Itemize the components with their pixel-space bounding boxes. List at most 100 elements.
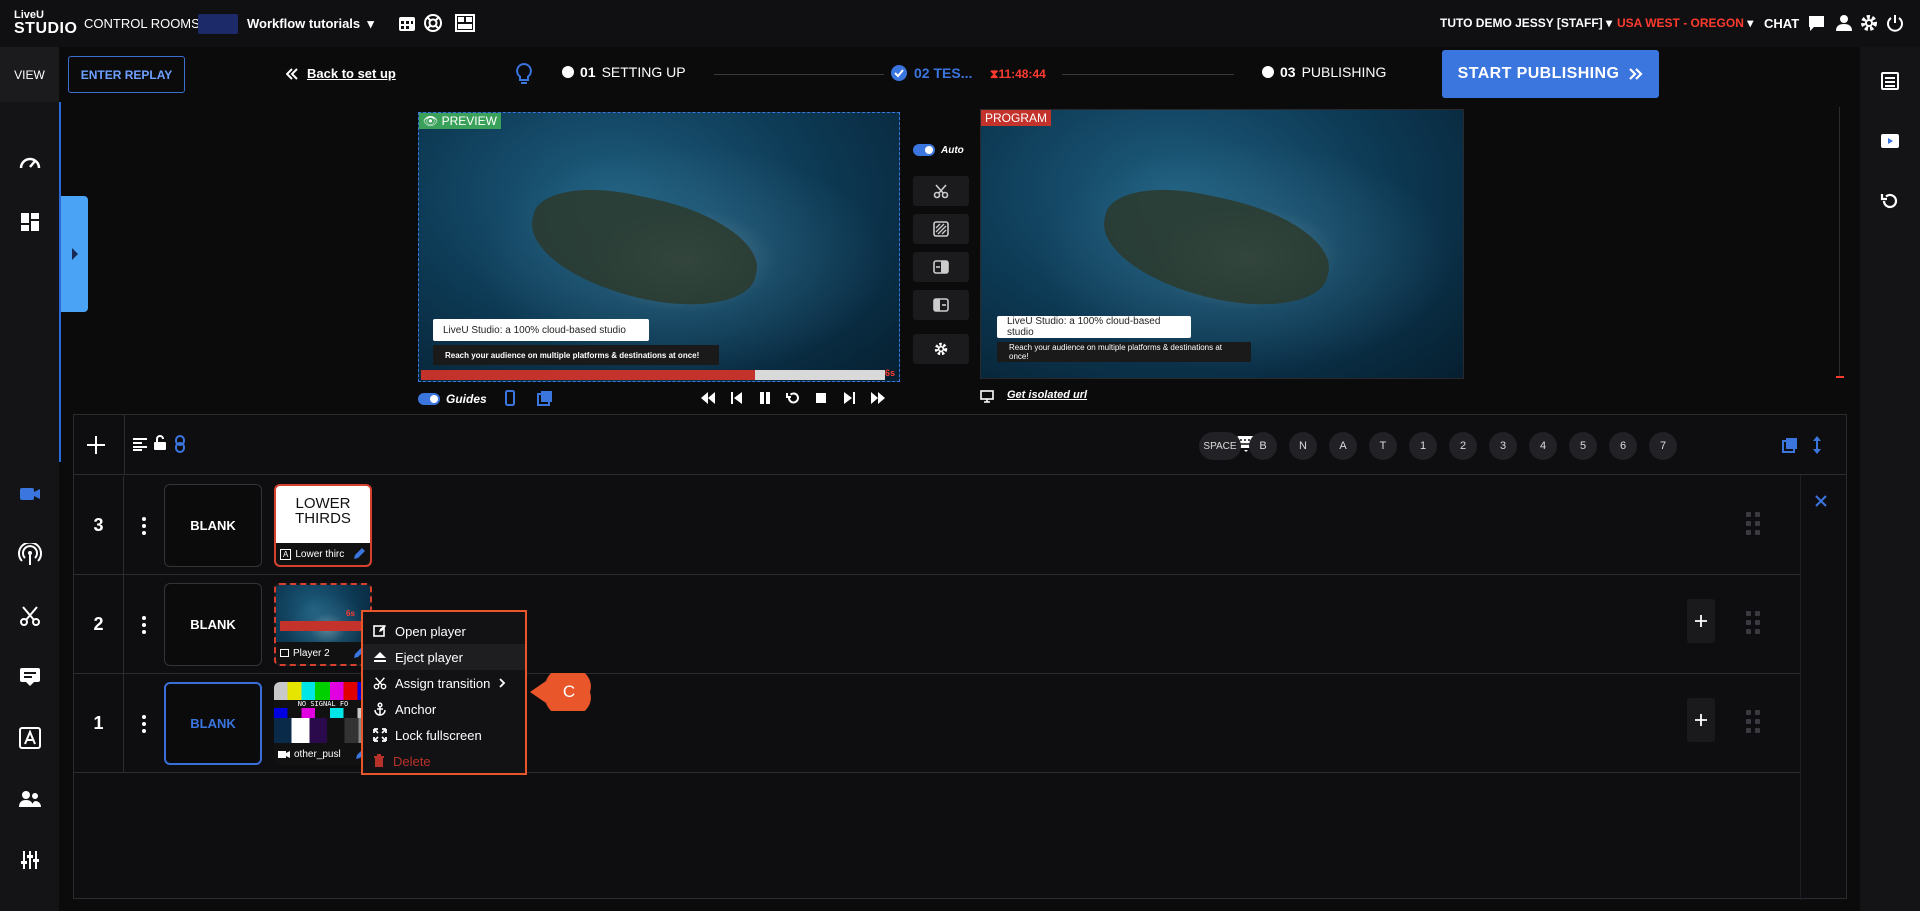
message-icon[interactable] — [18, 665, 42, 689]
region-name: USA WEST - OREGON — [1617, 16, 1744, 30]
kebab-menu-icon[interactable] — [140, 714, 148, 734]
media-player-icon[interactable] — [1880, 131, 1900, 151]
shortcut-key[interactable]: 5 — [1569, 432, 1597, 460]
push-transition-button[interactable] — [913, 290, 969, 320]
step-testing[interactable]: 02 TES... — [890, 64, 972, 82]
shortcut-key[interactable]: 3 — [1489, 432, 1517, 460]
shortcut-key[interactable]: B — [1249, 432, 1277, 460]
lightbulb-tip-icon[interactable] — [515, 62, 533, 86]
calendar-icon[interactable] — [398, 14, 416, 32]
align-left-icon[interactable] — [132, 437, 148, 451]
workflow-dropdown[interactable]: Workflow tutorials ▾ — [247, 16, 374, 32]
layers-copy-icon[interactable] — [537, 390, 553, 406]
shortcut-key[interactable]: SPACE — [1199, 432, 1241, 460]
close-icon[interactable] — [1815, 495, 1827, 507]
power-icon[interactable] — [1886, 14, 1904, 32]
next-icon[interactable] — [842, 391, 856, 405]
dashboard-gauge-icon[interactable] — [18, 151, 42, 175]
drag-handle-icon[interactable] — [1746, 512, 1760, 536]
start-publishing-button[interactable]: START PUBLISHING — [1442, 50, 1659, 98]
expand-panel-tab[interactable] — [61, 196, 88, 312]
transition-settings-button[interactable] — [913, 334, 969, 364]
text-overlay-icon[interactable] — [18, 726, 42, 750]
back-to-setup-link[interactable]: Back to set up — [307, 66, 396, 81]
shortcut-key[interactable]: T — [1369, 432, 1397, 460]
guests-group-icon[interactable] — [18, 787, 42, 811]
chat-label[interactable]: CHAT — [1764, 16, 1799, 31]
user-icon[interactable] — [1836, 14, 1852, 32]
rundown-list-icon[interactable] — [1880, 71, 1900, 91]
unlock-icon[interactable] — [153, 435, 167, 451]
shortcut-key[interactable]: N — [1289, 432, 1317, 460]
skip-forward-icon[interactable] — [870, 391, 886, 405]
scissors-icon[interactable] — [18, 604, 42, 628]
shortcut-key[interactable]: A — [1329, 432, 1357, 460]
auto-label: Auto — [941, 144, 964, 156]
step-setting-up[interactable]: 01 SETTING UP — [562, 64, 686, 80]
player-progress-fill — [280, 621, 364, 631]
camera-icon[interactable] — [18, 482, 42, 506]
wipe-transition-button[interactable] — [913, 214, 969, 244]
source-name: other_pusl — [294, 748, 341, 760]
camera-source-card[interactable]: NO SIGNAL FO other_pusl — [274, 682, 372, 765]
skip-back-icon[interactable] — [700, 391, 716, 405]
edit-pencil-icon[interactable] — [352, 547, 366, 561]
guides-toggle[interactable]: Guides — [418, 392, 487, 406]
shortcut-key[interactable]: 4 — [1529, 432, 1557, 460]
settings-gear-icon[interactable] — [1860, 14, 1878, 32]
user-menu[interactable]: TUTO DEMO JESSY [STAFF] ▾ — [1440, 16, 1612, 30]
kebab-menu-icon[interactable] — [140, 615, 148, 635]
add-source-button[interactable] — [1687, 698, 1715, 742]
add-layer-icon[interactable] — [86, 435, 106, 455]
liveu-studio-logo[interactable]: LiveU STUDIO — [14, 8, 77, 38]
layers-copy-icon[interactable] — [1782, 437, 1798, 453]
stop-icon[interactable] — [814, 391, 828, 405]
menu-item-label: Open player — [395, 623, 466, 639]
preview-tag-text: PREVIEW — [441, 114, 497, 128]
blank-source-card[interactable]: BLANK — [164, 583, 262, 666]
slide-transition-button[interactable] — [913, 252, 969, 282]
menu-delete[interactable]: Delete — [363, 748, 525, 774]
chat-bubble-icon[interactable] — [1808, 15, 1825, 32]
help-lifebuoy-icon[interactable] — [424, 14, 442, 32]
get-isolated-url-link[interactable]: Get isolated url — [1007, 389, 1087, 401]
history-undo-icon[interactable] — [1880, 191, 1900, 211]
menu-anchor[interactable]: Anchor — [363, 696, 525, 722]
kebab-menu-icon[interactable] — [140, 516, 148, 536]
cut-transition-button[interactable] — [913, 176, 969, 206]
blank-source-card-active[interactable]: BLANK — [164, 682, 262, 765]
link-chain-icon[interactable] — [174, 435, 186, 453]
shortcut-key[interactable]: 1 — [1409, 432, 1437, 460]
preview-progress-track — [421, 370, 885, 380]
previous-icon[interactable] — [730, 391, 744, 405]
auto-transition-toggle[interactable]: Auto — [913, 144, 964, 156]
broadcast-antenna-icon[interactable] — [18, 543, 42, 567]
enter-replay-button[interactable]: ENTER REPLAY — [68, 56, 185, 93]
blank-source-card[interactable]: BLANK — [164, 484, 262, 567]
replay-icon[interactable] — [786, 391, 800, 405]
mobile-phone-icon[interactable] — [505, 390, 515, 406]
region-menu[interactable]: USA WEST - OREGON ▾ — [1617, 16, 1753, 30]
pause-icon[interactable] — [758, 391, 772, 405]
menu-eject-player[interactable]: Eject player — [363, 644, 525, 670]
shortcut-key[interactable]: 2 — [1449, 432, 1477, 460]
right-sidebar — [1860, 47, 1920, 911]
dashboard-grid-icon[interactable] — [18, 210, 42, 234]
vertical-resize-icon[interactable] — [1812, 435, 1822, 455]
preview-monitor[interactable]: 👁 PREVIEW LiveU Studio: a 100% cloud-bas… — [418, 112, 900, 382]
shortcut-key[interactable]: 6 — [1609, 432, 1637, 460]
menu-open-player[interactable]: Open player — [363, 618, 525, 644]
shortcut-key[interactable]: 7 — [1649, 432, 1677, 460]
player-source-card[interactable]: 6s Player 2 — [274, 583, 372, 666]
add-source-button[interactable] — [1687, 599, 1715, 643]
step-publishing[interactable]: 03 PUBLISHING — [1262, 64, 1386, 80]
menu-lock-fullscreen[interactable]: Lock fullscreen — [363, 722, 525, 748]
control-rooms-link[interactable]: CONTROL ROOMS — [84, 16, 200, 31]
drag-handle-icon[interactable] — [1746, 710, 1760, 734]
drag-handle-icon[interactable] — [1746, 611, 1760, 635]
menu-assign-transition[interactable]: Assign transition — [363, 670, 525, 696]
lower-thirds-source-card[interactable]: LOWER THIRDS A Lower thirc — [274, 484, 372, 567]
step1-label: SETTING UP — [601, 64, 686, 80]
audio-mixer-icon[interactable] — [18, 848, 42, 872]
layout-icon[interactable] — [455, 14, 475, 32]
